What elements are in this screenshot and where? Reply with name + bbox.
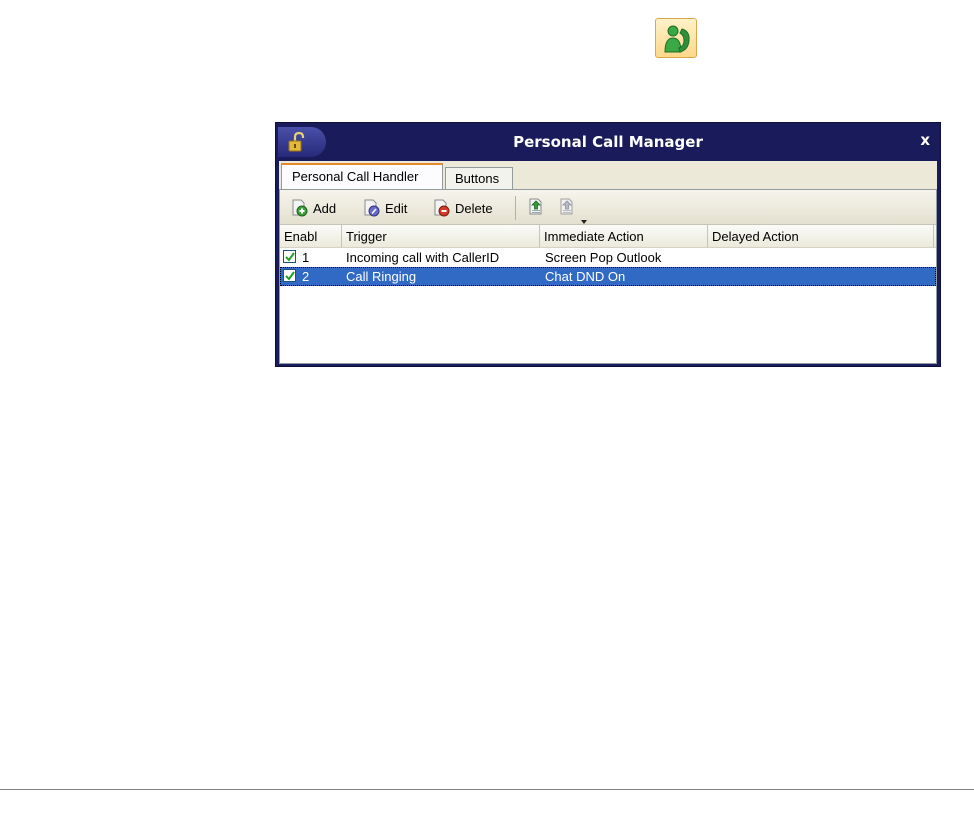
column-header-trigger[interactable]: Trigger [342, 225, 540, 247]
call-handler-grid: Enabl Trigger Immediate Action Delayed A… [280, 225, 936, 363]
column-header-delayed-action[interactable]: Delayed Action [708, 225, 934, 247]
row-trigger: Call Ringing [346, 269, 417, 284]
checkmark-icon [285, 271, 295, 281]
window-client-area: Personal Call Handler Buttons Add Edit D… [279, 161, 937, 364]
toolbar: Add Edit Delete [280, 190, 936, 225]
tab-panel: Add Edit Delete Enabl Trigger Immediate … [279, 189, 937, 364]
edit-label: Edit [385, 200, 408, 216]
enabled-checkbox[interactable] [283, 250, 296, 263]
add-icon [292, 199, 308, 217]
enabled-checkbox[interactable] [283, 269, 296, 282]
tab-personal-call-handler[interactable]: Personal Call Handler [281, 163, 443, 189]
table-row-selected[interactable]: 2 Call Ringing Chat DND On [280, 267, 936, 286]
checkmark-icon [285, 252, 295, 262]
column-header-immediate-action[interactable]: Immediate Action [540, 225, 708, 247]
window-title: Personal Call Manager [513, 133, 703, 151]
row-trigger: Incoming call with CallerID [346, 250, 500, 265]
title-bar[interactable]: Personal Call Manager x [276, 123, 940, 161]
grid-header: Enabl Trigger Immediate Action Delayed A… [280, 225, 936, 248]
table-row[interactable]: 1 Incoming call with CallerID Screen Pop… [280, 248, 936, 267]
personal-call-manager-window: Personal Call Manager x Personal Call Ha… [275, 122, 941, 367]
row-immediate-action: Chat DND On [545, 269, 626, 284]
import-icon[interactable] [527, 198, 545, 220]
delete-label: Delete [455, 200, 493, 216]
add-button[interactable]: Add [290, 198, 336, 218]
tab-buttons[interactable]: Buttons [445, 167, 513, 189]
close-button[interactable]: x [920, 131, 930, 149]
row-id: 1 [302, 250, 310, 265]
column-header-enabled[interactable]: Enabl [280, 225, 342, 247]
export-icon[interactable] [558, 198, 576, 220]
delete-icon [434, 199, 450, 217]
edit-icon [364, 199, 380, 217]
toolbar-separator [515, 196, 516, 220]
add-label: Add [313, 200, 337, 216]
phone-contact-icon[interactable] [655, 18, 697, 58]
page-divider [0, 789, 974, 790]
tab-strip: Personal Call Handler Buttons [279, 161, 937, 189]
row-id: 2 [302, 269, 310, 284]
edit-button[interactable]: Edit [362, 198, 407, 218]
delete-button[interactable]: Delete [432, 198, 493, 218]
row-immediate-action: Screen Pop Outlook [545, 250, 662, 265]
